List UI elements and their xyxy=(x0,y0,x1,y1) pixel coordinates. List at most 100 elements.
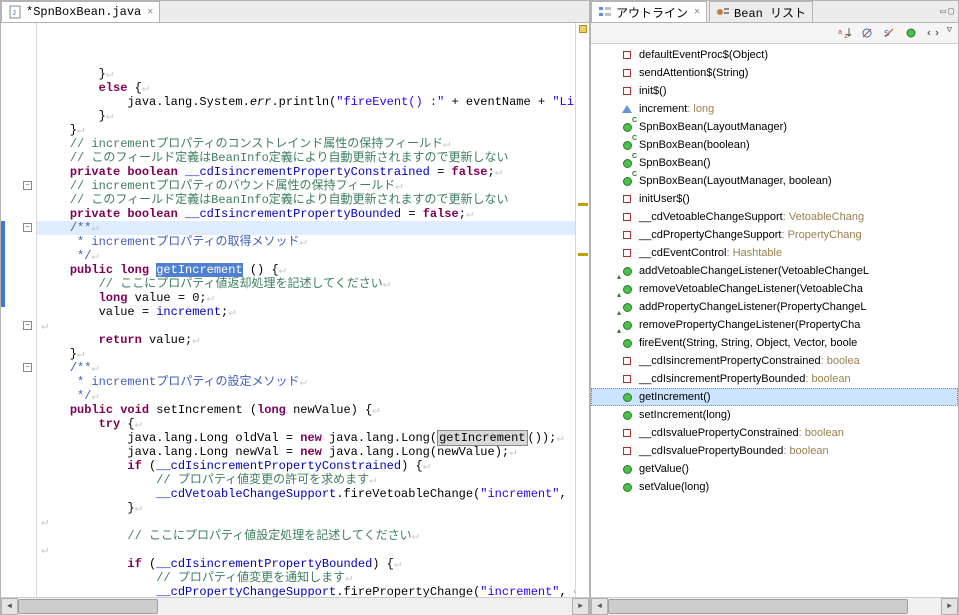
outline-item[interactable]: ▴addPropertyChangeListener(PropertyChang… xyxy=(591,298,958,316)
bean-list-icon xyxy=(716,5,730,19)
fold-toggle[interactable]: − xyxy=(23,321,32,330)
member-icon: C xyxy=(619,137,635,153)
outline-item-label: removePropertyChangeListener(PropertyCha xyxy=(639,319,860,331)
outline-item[interactable]: getValue() xyxy=(591,460,958,478)
close-icon[interactable]: ✕ xyxy=(694,6,700,18)
outline-item[interactable]: __cdEventControl : Hashtable xyxy=(591,244,958,262)
outline-tab[interactable]: アウトライン ✕ xyxy=(591,1,707,22)
outline-item-label: SpnBoxBean(boolean) xyxy=(639,139,750,151)
editor-tab-title: *SpnBoxBean.java xyxy=(26,5,141,19)
outline-item-label: fireEvent(String, String, Object, Vector… xyxy=(639,337,857,349)
outline-item[interactable]: CSpnBoxBean(LayoutManager) xyxy=(591,118,958,136)
member-icon xyxy=(619,227,635,243)
outline-item-label: addPropertyChangeListener(PropertyChange… xyxy=(639,301,866,313)
scroll-left-button[interactable]: ◄ xyxy=(1,598,18,615)
outline-item-type: : PropertyChang xyxy=(781,229,861,241)
member-icon xyxy=(619,371,635,387)
fold-toggle[interactable]: − xyxy=(23,363,32,372)
outline-item[interactable]: ▴addVetoableChangeListener(VetoableChang… xyxy=(591,262,958,280)
scroll-left-button[interactable]: ◄ xyxy=(591,598,608,615)
outline-item[interactable]: CSpnBoxBean() xyxy=(591,154,958,172)
code-area[interactable]: }↵ else {↵ java.lang.System.err.println(… xyxy=(37,23,575,597)
sort-button[interactable]: az xyxy=(837,25,853,41)
scroll-thumb[interactable] xyxy=(608,599,908,614)
member-icon xyxy=(619,479,635,495)
scroll-right-button[interactable]: ► xyxy=(941,598,958,615)
member-icon: C xyxy=(619,119,635,135)
editor-gutter[interactable]: − − − − xyxy=(1,23,37,597)
editor-hscrollbar[interactable]: ◄ ► xyxy=(1,597,589,614)
outline-item[interactable]: __cdIsvaluePropertyBounded : boolean xyxy=(591,442,958,460)
outline-item-label: __cdPropertyChangeSupport xyxy=(639,229,781,241)
member-icon xyxy=(619,443,635,459)
ruler-mark[interactable] xyxy=(578,253,588,256)
outline-icon xyxy=(598,5,612,19)
editor-panel: J *SpnBoxBean.java ✕ − − − − }↵ else {↵ … xyxy=(0,0,590,615)
outline-item[interactable]: sendAttention$(String) xyxy=(591,64,958,82)
ruler-mark[interactable] xyxy=(578,203,588,206)
outline-item[interactable]: __cdIsincrementPropertyBounded : boolean xyxy=(591,370,958,388)
outline-item[interactable]: __cdIsincrementPropertyConstrained : boo… xyxy=(591,352,958,370)
outline-item[interactable]: setIncrement(long) xyxy=(591,406,958,424)
overview-ruler[interactable] xyxy=(575,23,589,597)
scroll-thumb[interactable] xyxy=(18,599,158,614)
editor-body: − − − − }↵ else {↵ java.lang.System.err.… xyxy=(1,23,589,597)
link-with-editor-button[interactable] xyxy=(925,25,941,41)
hide-static-button[interactable]: S xyxy=(881,25,897,41)
outline-item[interactable]: fireEvent(String, String, Object, Vector… xyxy=(591,334,958,352)
outline-item-label: init$() xyxy=(639,85,667,97)
outline-item[interactable]: __cdVetoableChangeSupport : VetoableChan… xyxy=(591,208,958,226)
fold-toggle[interactable]: − xyxy=(23,181,32,190)
view-menu-icon[interactable]: ▽ xyxy=(947,25,952,41)
outline-item[interactable]: init$() xyxy=(591,82,958,100)
outline-item-type: : boolean xyxy=(799,427,844,439)
close-icon[interactable]: ✕ xyxy=(147,6,153,18)
source-code[interactable]: }↵ else {↵ java.lang.System.err.println(… xyxy=(41,67,575,597)
member-icon xyxy=(619,353,635,369)
outline-item[interactable]: setValue(long) xyxy=(591,478,958,496)
member-icon xyxy=(619,101,635,117)
bean-list-tab[interactable]: Bean リスト xyxy=(709,1,813,22)
scroll-track[interactable] xyxy=(18,598,572,615)
outline-item-type: : boolean xyxy=(805,373,850,385)
editor-tab[interactable]: J *SpnBoxBean.java ✕ xyxy=(1,1,160,22)
member-icon xyxy=(619,83,635,99)
svg-text:J: J xyxy=(12,10,16,18)
outline-item[interactable]: C SpnBoxBean(boolean) xyxy=(591,136,958,154)
outline-item[interactable]: ▴removeVetoableChangeListener(VetoableCh… xyxy=(591,280,958,298)
outline-item-label: __cdEventControl xyxy=(639,247,726,259)
minimize-icon[interactable]: ▭ xyxy=(940,6,946,18)
outline-item-label: __cdIsincrementPropertyConstrained xyxy=(639,355,821,367)
editor-tab-bar: J *SpnBoxBean.java ✕ xyxy=(1,1,589,23)
outline-item-label: initUser$() xyxy=(639,193,690,205)
member-icon xyxy=(619,209,635,225)
outline-item-label: removeVetoableChangeListener(VetoableCha xyxy=(639,283,863,295)
outline-item[interactable]: initUser$() xyxy=(591,190,958,208)
outline-item-label: getValue() xyxy=(639,463,689,475)
fold-toggle[interactable]: − xyxy=(23,223,32,232)
outline-item[interactable]: CSpnBoxBean(LayoutManager, boolean) xyxy=(591,172,958,190)
outline-tab-bar: アウトライン ✕ Bean リスト ▭ ▢ xyxy=(591,1,958,23)
outline-hscrollbar[interactable]: ◄ ► xyxy=(591,597,958,614)
outline-item-label: addVetoableChangeListener(VetoableChange… xyxy=(639,265,869,277)
hide-nonpublic-button[interactable] xyxy=(903,25,919,41)
member-icon xyxy=(619,191,635,207)
outline-item-label: defaultEventProc$(Object) xyxy=(639,49,768,61)
outline-item-label: getIncrement() xyxy=(639,391,711,403)
bean-list-tab-label: Bean リスト xyxy=(734,4,806,21)
outline-item[interactable]: defaultEventProc$(Object) xyxy=(591,46,958,64)
maximize-icon[interactable]: ▢ xyxy=(948,6,954,18)
java-file-icon: J xyxy=(8,5,22,19)
outline-item[interactable]: increment : long xyxy=(591,100,958,118)
outline-tree[interactable]: defaultEventProc$(Object) sendAttention$(… xyxy=(591,44,958,597)
method-range-marker xyxy=(1,221,5,307)
member-icon xyxy=(619,407,635,423)
scroll-track[interactable] xyxy=(608,598,941,615)
outline-item[interactable]: __cdIsvaluePropertyConstrained : boolean xyxy=(591,424,958,442)
outline-item[interactable]: getIncrement() xyxy=(591,388,958,406)
hide-fields-button[interactable] xyxy=(859,25,875,41)
scroll-right-button[interactable]: ► xyxy=(572,598,589,615)
outline-item-type: : boolean xyxy=(783,445,828,457)
outline-item[interactable]: __cdPropertyChangeSupport : PropertyChan… xyxy=(591,226,958,244)
outline-item[interactable]: ▴removePropertyChangeListener(PropertyCh… xyxy=(591,316,958,334)
